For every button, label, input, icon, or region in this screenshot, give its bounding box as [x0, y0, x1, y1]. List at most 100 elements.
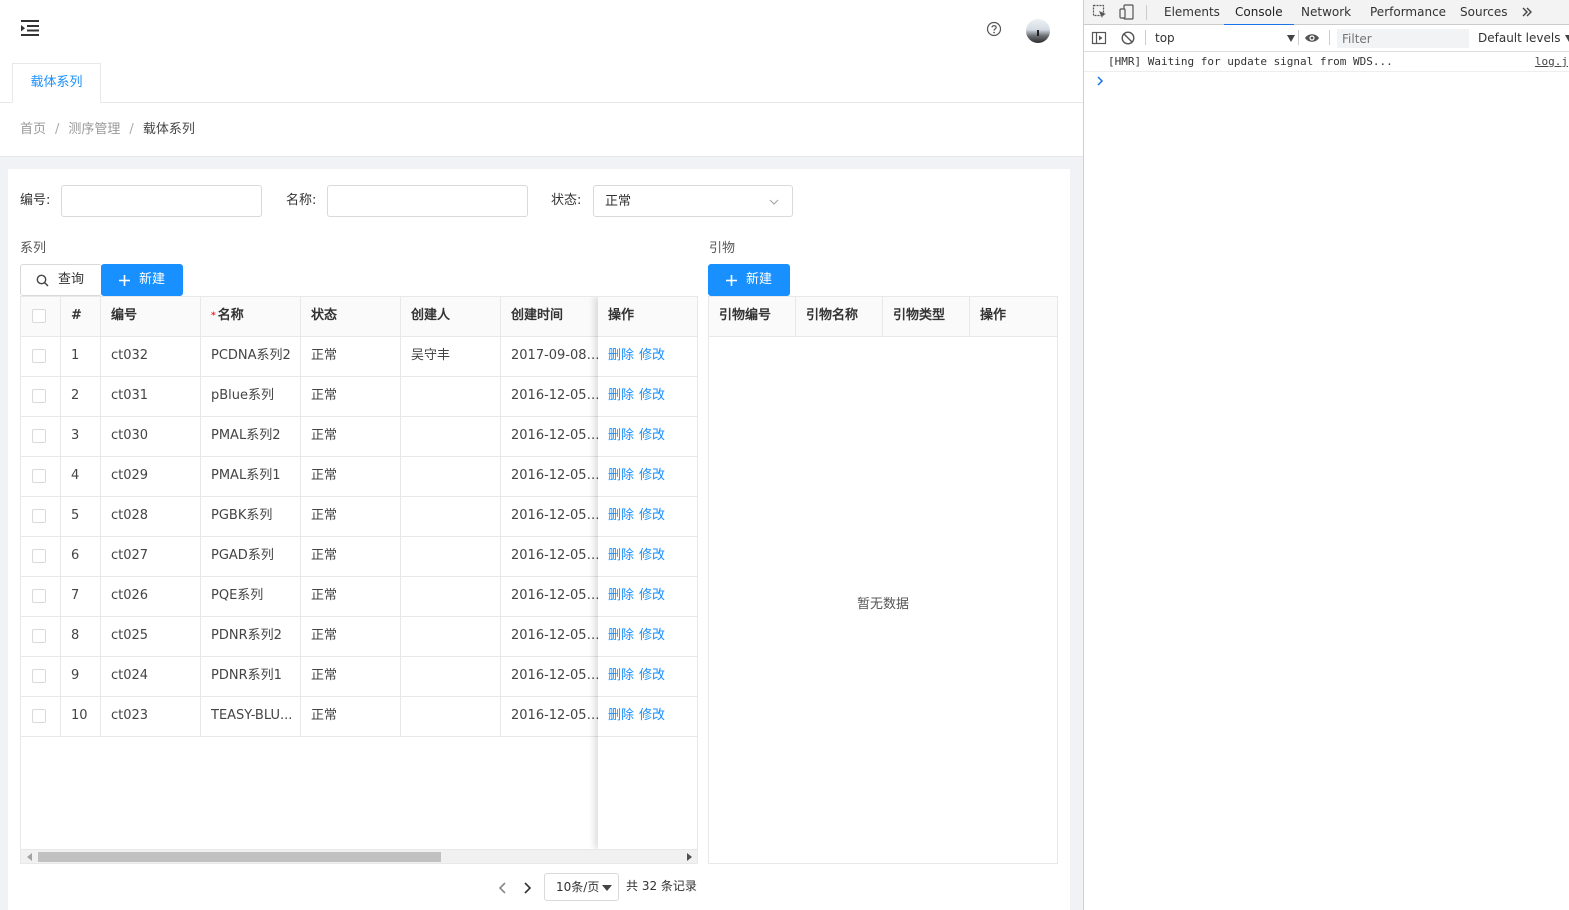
column-header-name-label: 名称 [217, 308, 244, 323]
table-row[interactable]: 7 ct026 PQE系列 正常 2016-12-05 ... [21, 577, 697, 617]
column-header-primer-name[interactable]: 引物名称 [796, 297, 883, 337]
row-checkbox[interactable] [32, 548, 46, 563]
console-message-text: [HMR] Waiting for update signal from WDS… [1108, 55, 1393, 68]
row-checkbox[interactable] [32, 588, 46, 603]
toolbar-divider [1146, 5, 1147, 20]
edit-link[interactable]: 修改 [639, 548, 665, 563]
cell-code: ct027 [101, 537, 201, 576]
delete-link[interactable]: 删除 [608, 468, 634, 483]
row-checkbox[interactable] [32, 708, 46, 723]
query-button[interactable]: 查询 [20, 264, 102, 296]
scrollbar-thumb[interactable] [38, 852, 441, 862]
delete-link[interactable]: 删除 [608, 588, 634, 603]
delete-link[interactable]: 删除 [608, 708, 634, 723]
delete-link[interactable]: 删除 [608, 508, 634, 523]
cell-status: 正常 [301, 537, 401, 576]
status-filter-select[interactable]: 正常 [593, 185, 793, 217]
table-row[interactable]: 5 ct028 PGBK系列 正常 2016-12-05 ... [21, 497, 697, 537]
delete-link[interactable]: 删除 [608, 428, 634, 443]
eye-icon[interactable] [1304, 30, 1320, 46]
toolbar-divider [1145, 30, 1146, 45]
devtools-tab-performance[interactable]: Performance [1370, 0, 1446, 25]
column-header-status[interactable]: 状态 [301, 297, 401, 337]
row-checkbox[interactable] [32, 348, 46, 363]
chevron-double-right-icon[interactable] [1519, 4, 1535, 20]
select-all-checkbox[interactable] [32, 308, 46, 323]
column-header-code[interactable]: 编号 [101, 297, 201, 337]
row-checkbox[interactable] [32, 428, 46, 443]
row-checkbox[interactable] [32, 508, 46, 523]
delete-link[interactable]: 删除 [608, 388, 634, 403]
edit-link[interactable]: 修改 [639, 388, 665, 403]
table-row[interactable]: 1 ct032 PCDNA系列2 正常 吴守丰 2017-09-08 ... [21, 337, 697, 377]
log-levels-value: Default levels [1478, 31, 1561, 45]
breadcrumb-sequencing-management[interactable]: 测序管理 [68, 122, 120, 137]
code-filter-input[interactable] [61, 185, 262, 217]
select-all-cell [21, 297, 61, 337]
delete-link[interactable]: 删除 [608, 628, 634, 643]
console-filter-input[interactable] [1337, 29, 1469, 48]
devtools-tab-elements[interactable]: Elements [1164, 0, 1220, 25]
delete-link[interactable]: 删除 [608, 548, 634, 563]
name-filter-input[interactable] [327, 185, 528, 217]
menu-fold-icon[interactable] [18, 17, 42, 39]
devtools-tab-network[interactable]: Network [1301, 0, 1351, 25]
code-filter-label: 编号: [20, 193, 51, 208]
edit-link[interactable]: 修改 [639, 468, 665, 483]
device-toolbar-icon[interactable] [1119, 4, 1135, 20]
inspect-element-icon[interactable] [1092, 4, 1108, 20]
cell-creator: 吴守丰 [401, 337, 501, 376]
execution-context-select[interactable]: top [1155, 30, 1297, 47]
devtools-tab-console[interactable]: Console [1224, 0, 1294, 26]
scroll-right-arrow[interactable] [687, 853, 692, 861]
log-levels-select[interactable]: Default levels [1478, 30, 1569, 47]
edit-link[interactable]: 修改 [639, 348, 665, 363]
clear-console-icon[interactable] [1120, 30, 1136, 46]
table-row[interactable]: 3 ct030 PMAL系列2 正常 2016-12-05 ... [21, 417, 697, 457]
devtools-tab-sources[interactable]: Sources [1460, 0, 1507, 25]
user-avatar[interactable] [1026, 19, 1050, 43]
cell-creator [401, 497, 501, 536]
console-prompt-icon[interactable] [1092, 73, 1108, 89]
cell-code: ct025 [101, 617, 201, 656]
breadcrumb-home[interactable]: 首页 [20, 122, 46, 137]
show-sidebar-icon[interactable] [1091, 30, 1107, 46]
cell-creator [401, 457, 501, 496]
search-icon [36, 274, 49, 287]
pagination-prev-icon[interactable] [496, 880, 510, 896]
page-size-select[interactable]: 10条/页 [544, 873, 619, 901]
table-row[interactable]: 8 ct025 PDNR系列2 正常 2016-12-05 ... [21, 617, 697, 657]
edit-link[interactable]: 修改 [639, 708, 665, 723]
column-header-primer-type[interactable]: 引物类型 [883, 297, 970, 337]
edit-link[interactable]: 修改 [639, 668, 665, 683]
delete-link[interactable]: 删除 [608, 668, 634, 683]
new-primer-button[interactable]: 新建 [708, 264, 790, 296]
column-header-created-time[interactable]: 创建时间 [501, 297, 601, 337]
console-message-source-link[interactable]: log.j [1535, 55, 1568, 69]
edit-link[interactable]: 修改 [639, 588, 665, 603]
column-header-creator[interactable]: 创建人 [401, 297, 501, 337]
scroll-left-arrow[interactable] [27, 853, 32, 861]
table-horizontal-scrollbar[interactable] [21, 849, 697, 863]
column-header-primer-code[interactable]: 引物编号 [709, 297, 796, 337]
column-header-name[interactable]: * 名称 [201, 297, 301, 337]
delete-link[interactable]: 删除 [608, 348, 634, 363]
table-row[interactable]: 10 ct023 TEASY-BLU... 正常 2016-12-05 ... [21, 697, 697, 737]
cell-status: 正常 [301, 697, 401, 736]
edit-link[interactable]: 修改 [639, 508, 665, 523]
table-row[interactable]: 6 ct027 PGAD系列 正常 2016-12-05 ... [21, 537, 697, 577]
row-checkbox[interactable] [32, 468, 46, 483]
table-row[interactable]: 2 ct031 pBlue系列 正常 2016-12-05 ... [21, 377, 697, 417]
row-checkbox[interactable] [32, 668, 46, 683]
question-circle-icon[interactable] [986, 21, 1002, 37]
edit-link[interactable]: 修改 [639, 628, 665, 643]
table-row[interactable]: 9 ct024 PDNR系列1 正常 2016-12-05 ... [21, 657, 697, 697]
table-row[interactable]: 4 ct029 PMAL系列1 正常 2016-12-05 ... [21, 457, 697, 497]
row-checkbox[interactable] [32, 388, 46, 403]
new-series-button[interactable]: 新建 [101, 264, 183, 296]
edit-link[interactable]: 修改 [639, 428, 665, 443]
cell-index: 3 [61, 417, 101, 456]
tab-vector-series[interactable]: 载体系列 [12, 63, 101, 103]
pagination-next-icon[interactable] [520, 880, 534, 896]
row-checkbox[interactable] [32, 628, 46, 643]
